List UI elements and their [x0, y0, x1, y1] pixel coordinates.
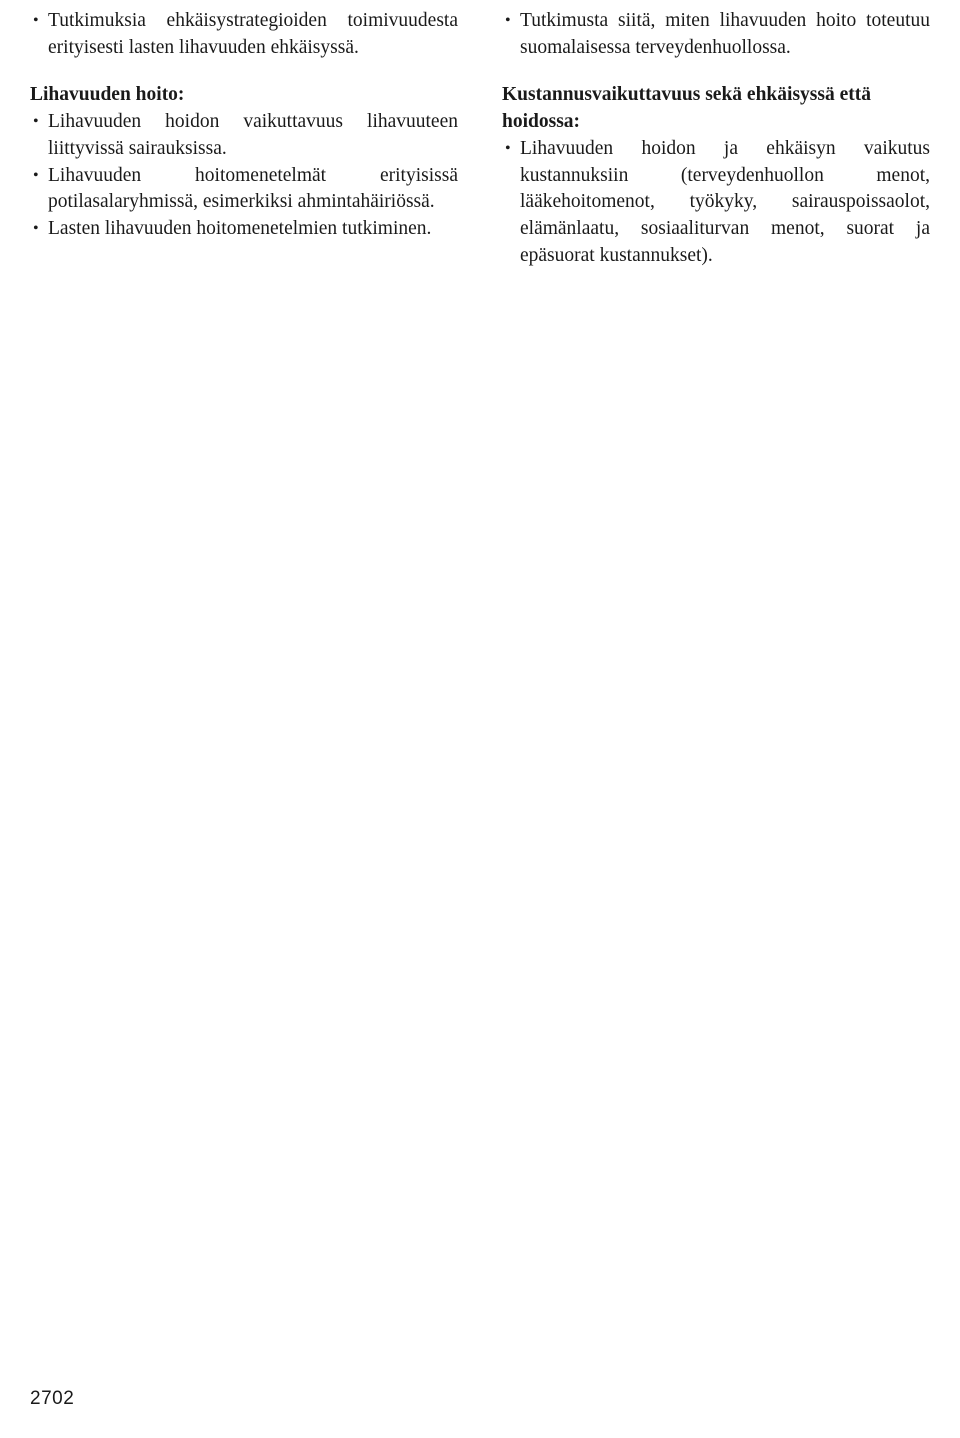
right-top-bullet-list: Tutkimusta siitä, miten lihavuuden hoito… [502, 8, 930, 62]
right-column: Tutkimusta siitä, miten lihavuuden hoito… [502, 8, 930, 270]
right-section-bullet-list: Lihavuuden hoidon ja ehkäisyn vaikutus k… [502, 136, 930, 271]
list-item: Lasten lihavuuden hoitomenetelmien tutki… [30, 216, 458, 243]
right-section-heading: Kustannusvaikuttavuus sekä ehkäisyssä et… [502, 83, 871, 132]
list-item: Lihavuuden hoitomenetelmät erityisissä p… [30, 163, 458, 217]
left-top-bullet-list: Tutkimuksia ehkäisystrategioiden toimivu… [30, 8, 458, 62]
two-column-body: Tutkimuksia ehkäisystrategioiden toimivu… [30, 8, 930, 270]
list-item: Lihavuuden hoidon ja ehkäisyn vaikutus k… [502, 136, 930, 271]
list-item: Tutkimuksia ehkäisystrategioiden toimivu… [30, 8, 458, 62]
document-page: Tutkimuksia ehkäisystrategioiden toimivu… [0, 0, 960, 1438]
list-item: Tutkimusta siitä, miten lihavuuden hoito… [502, 8, 930, 62]
list-item: Lihavuuden hoidon vaikuttavuus lihavuute… [30, 109, 458, 163]
left-section-heading: Lihavuuden hoito: [30, 83, 185, 105]
left-column: Tutkimuksia ehkäisystrategioiden toimivu… [30, 8, 458, 270]
left-section-bullet-list: Lihavuuden hoidon vaikuttavuus lihavuute… [30, 109, 458, 244]
page-number: 2702 [30, 1388, 75, 1409]
